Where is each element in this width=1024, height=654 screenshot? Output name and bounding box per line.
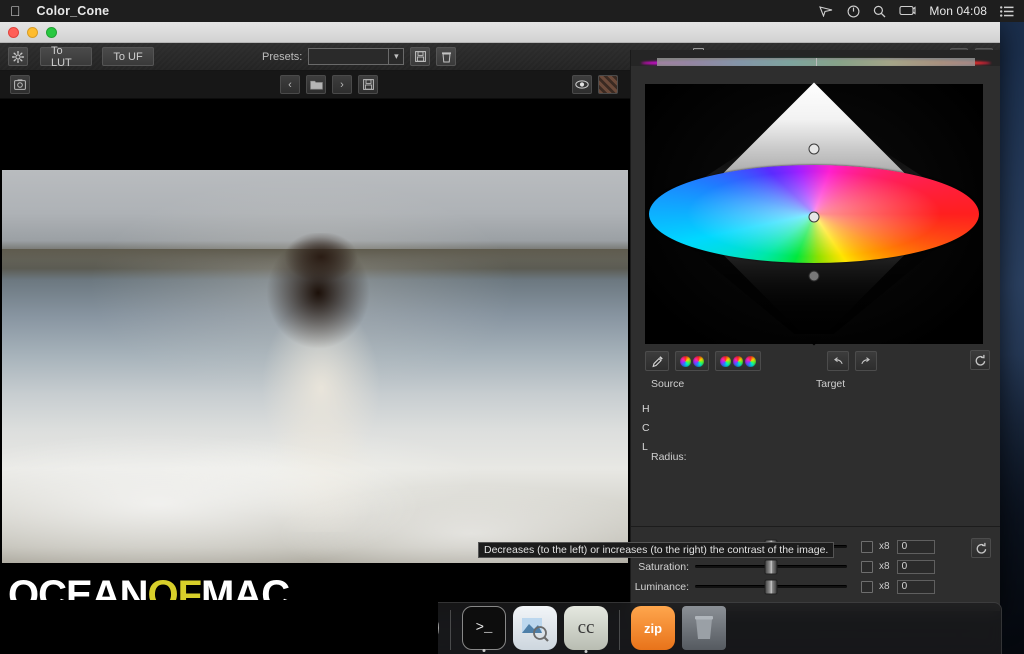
lightness-row-label: L bbox=[642, 441, 648, 453]
luminance-slider[interactable] bbox=[695, 579, 847, 595]
saturation-multiplier[interactable]: x8 bbox=[879, 561, 890, 572]
checker-icon[interactable] bbox=[598, 75, 618, 94]
macos-menubar:  Color_Cone Mon 04:08 bbox=[0, 0, 1024, 22]
dock-terminal[interactable]: >_ bbox=[462, 606, 506, 652]
eyedropper-tool-button[interactable] bbox=[645, 351, 669, 371]
delete-preset-button[interactable] bbox=[436, 47, 457, 66]
radius-label: Radius: bbox=[651, 451, 687, 463]
panel-divider bbox=[631, 526, 1000, 527]
hue-chroma-handle[interactable] bbox=[808, 211, 820, 223]
to-lut-button[interactable]: To LUT bbox=[40, 45, 92, 69]
color-cone-window: To LUT To UF Presets: ▾ Picture Instrume… bbox=[0, 22, 1000, 611]
photo-surf bbox=[2, 366, 628, 563]
luminance-slider-row: Luminance: x8 0 bbox=[631, 578, 1000, 595]
color-wheel-icon bbox=[680, 355, 691, 367]
saturation-slider[interactable] bbox=[695, 559, 847, 575]
preview-photo bbox=[2, 170, 628, 563]
apple-logo-icon[interactable]:  bbox=[10, 4, 21, 18]
dock-separator bbox=[619, 610, 620, 650]
contrast-checkbox[interactable] bbox=[861, 540, 873, 553]
minimize-button[interactable] bbox=[27, 26, 38, 38]
luminance-slider-knob[interactable] bbox=[764, 579, 778, 595]
image-canvas[interactable]: OCEANOFMAC .COM bbox=[0, 99, 630, 611]
color-wheel-icon bbox=[693, 355, 704, 367]
saturation-checkbox[interactable] bbox=[861, 560, 873, 573]
gear-icon[interactable] bbox=[8, 47, 28, 66]
presets-dropdown[interactable]: ▾ bbox=[308, 48, 405, 65]
dock-zip-archive[interactable]: zip bbox=[631, 606, 675, 650]
saturation-label: Saturation: bbox=[638, 560, 689, 573]
view-mode-group bbox=[572, 75, 618, 94]
previous-image-button[interactable]: ‹ bbox=[280, 75, 300, 94]
close-button[interactable] bbox=[8, 26, 19, 38]
contrast-multiplier[interactable]: x8 bbox=[879, 541, 890, 552]
screen:  Color_Cone Mon 04:08 bbox=[0, 0, 1024, 654]
luminance-checkbox[interactable] bbox=[861, 580, 873, 593]
search-icon[interactable] bbox=[873, 5, 886, 18]
save-image-button[interactable] bbox=[358, 75, 378, 94]
image-toolbar: ‹ › bbox=[0, 71, 630, 99]
watermark-blackout bbox=[0, 600, 438, 654]
dock-preview[interactable] bbox=[513, 606, 557, 650]
cone-tool-strip bbox=[645, 350, 983, 372]
list-icon[interactable] bbox=[1000, 5, 1014, 17]
target-header: Target bbox=[816, 378, 846, 390]
saturation-value[interactable]: 0 bbox=[896, 559, 935, 574]
lightness-handle[interactable] bbox=[808, 143, 820, 155]
chevron-down-icon[interactable]: ▾ bbox=[388, 49, 403, 64]
shadow-handle[interactable] bbox=[808, 270, 820, 282]
luminance-multiplier[interactable]: x8 bbox=[879, 581, 890, 592]
running-indicator bbox=[584, 650, 588, 653]
source-header: Source bbox=[651, 378, 685, 390]
luminance-label: Luminance: bbox=[634, 580, 689, 593]
camera-icon[interactable] bbox=[10, 75, 30, 94]
spectrum-tick bbox=[816, 58, 817, 66]
saturation-slider-knob[interactable] bbox=[764, 559, 778, 575]
airplay-icon[interactable] bbox=[819, 5, 834, 17]
maximize-button[interactable] bbox=[46, 26, 57, 38]
presets-label: Presets: bbox=[262, 50, 303, 63]
color-wheel-icon bbox=[720, 355, 731, 367]
chroma-row-label: C bbox=[642, 422, 650, 434]
contrast-value[interactable]: 0 bbox=[896, 539, 935, 554]
dock-terminal-label: >_ bbox=[475, 620, 493, 636]
dock-color-cone-label: cc bbox=[577, 617, 595, 638]
menubar-status-items: Mon 04:08 bbox=[819, 4, 1014, 18]
eye-icon[interactable] bbox=[572, 75, 592, 94]
hcl-readout: Source Target H C L Radius: bbox=[631, 378, 1000, 528]
dock-zip-label: zip bbox=[643, 620, 663, 636]
dock-separator bbox=[450, 610, 451, 650]
presets-group: Presets: ▾ bbox=[262, 47, 457, 66]
redo-button[interactable] bbox=[855, 351, 877, 371]
color-wheel-icon bbox=[745, 355, 757, 367]
sliders-reset-button[interactable] bbox=[971, 538, 991, 558]
menubar-app-title[interactable]: Color_Cone bbox=[37, 4, 110, 18]
color-cone-widget[interactable] bbox=[645, 82, 983, 346]
three-color-tool-button[interactable] bbox=[715, 351, 761, 371]
color-wheel-icon bbox=[732, 355, 744, 367]
color-cone-panel: Source Target H C L Radius: Contrast: x8… bbox=[630, 50, 1000, 611]
luminance-value[interactable]: 0 bbox=[896, 579, 935, 594]
save-preset-button[interactable] bbox=[410, 47, 431, 66]
next-image-button[interactable]: › bbox=[332, 75, 352, 94]
presets-value[interactable] bbox=[309, 49, 388, 64]
window-titlebar[interactable] bbox=[0, 22, 1000, 43]
display-icon[interactable] bbox=[899, 5, 916, 17]
undo-button[interactable] bbox=[827, 351, 849, 371]
histogram-strip bbox=[631, 50, 1000, 66]
to-uf-button[interactable]: To UF bbox=[102, 47, 154, 66]
folder-icon[interactable] bbox=[306, 75, 326, 94]
hue-row-label: H bbox=[642, 403, 650, 415]
menubar-clock[interactable]: Mon 04:08 bbox=[929, 4, 987, 18]
running-indicator bbox=[482, 649, 486, 652]
image-nav-group: ‹ › bbox=[280, 75, 378, 94]
power-icon[interactable] bbox=[847, 5, 860, 18]
dock-color-cone-app[interactable]: cc bbox=[564, 606, 608, 653]
saturation-slider-row: Saturation: x8 0 bbox=[631, 558, 1000, 575]
dock-trash[interactable] bbox=[682, 606, 726, 650]
slider-tooltip: Decreases (to the left) or increases (to… bbox=[478, 542, 835, 558]
two-color-tool-button[interactable] bbox=[675, 351, 709, 371]
cone-reset-button[interactable] bbox=[970, 350, 990, 370]
